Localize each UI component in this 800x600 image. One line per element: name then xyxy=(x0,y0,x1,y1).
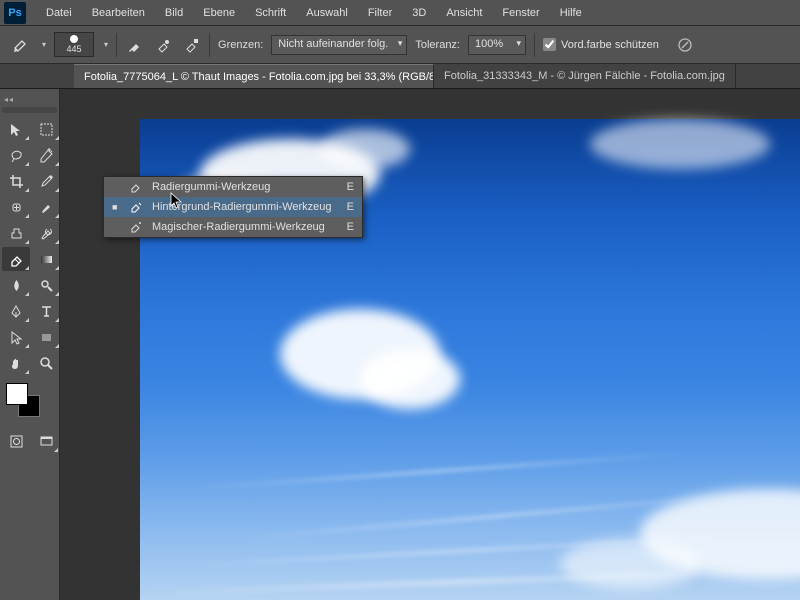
foreground-swatch[interactable] xyxy=(6,383,28,405)
tab-title: Fotolia_7775064_L © Thaut Images - Fotol… xyxy=(84,71,434,83)
menu-type[interactable]: Schrift xyxy=(245,3,296,23)
separator xyxy=(534,33,535,57)
bg-eraser-icon xyxy=(128,200,144,214)
eraser-tool[interactable] xyxy=(2,247,30,271)
menu-file[interactable]: Datei xyxy=(36,3,82,23)
document-tab[interactable]: Fotolia_31333343_M - © Jürgen Fälchle - … xyxy=(434,64,736,88)
lasso-tool[interactable] xyxy=(2,143,30,167)
brush-dropdown-icon[interactable]: ▾ xyxy=(104,40,108,49)
menu-bar: Ps Datei Bearbeiten Bild Ebene Schrift A… xyxy=(0,0,800,26)
flyout-shortcut: E xyxy=(340,181,354,193)
document-tabs: Fotolia_7775064_L © Thaut Images - Fotol… xyxy=(0,64,800,89)
menu-3d[interactable]: 3D xyxy=(402,3,436,23)
eyedropper-tool[interactable] xyxy=(32,169,60,193)
menu-image[interactable]: Bild xyxy=(155,3,193,23)
marquee-tool[interactable] xyxy=(32,117,60,141)
color-swatches[interactable] xyxy=(0,383,59,423)
sampling-once-icon[interactable] xyxy=(153,35,173,55)
path-selection-tool[interactable] xyxy=(2,325,30,349)
pressure-icon[interactable] xyxy=(675,35,695,55)
limits-select[interactable]: Nicht aufeinander folg. xyxy=(271,35,407,55)
magic-wand-tool[interactable] xyxy=(32,143,60,167)
panel-collapse[interactable]: ◂◂ xyxy=(0,95,59,103)
flyout-label: Hintergrund-Radiergummi-Werkzeug xyxy=(152,201,332,213)
tolerance-label: Toleranz: xyxy=(415,39,460,51)
protect-fg-box[interactable] xyxy=(543,38,556,51)
move-tool[interactable] xyxy=(2,117,30,141)
dodge-tool[interactable] xyxy=(32,273,60,297)
protect-fg-label: Vord.farbe schützen xyxy=(561,39,659,51)
crop-tool[interactable] xyxy=(2,169,30,193)
menu-filter[interactable]: Filter xyxy=(358,3,402,23)
menu-layer[interactable]: Ebene xyxy=(193,3,245,23)
protect-foreground-checkbox[interactable]: Vord.farbe schützen xyxy=(543,38,659,51)
brush-preset-picker[interactable]: 445 xyxy=(54,32,94,57)
screen-mode-tool[interactable] xyxy=(34,429,60,453)
canvas-area[interactable]: Radiergummi-Werkzeug E ■ Hintergrund-Rad… xyxy=(60,89,800,600)
tool-preset-dropdown[interactable]: ▾ xyxy=(42,40,46,49)
brush-dot-icon xyxy=(70,35,78,43)
rectangle-tool[interactable] xyxy=(32,325,60,349)
pen-tool[interactable] xyxy=(2,299,30,323)
flyout-item-eraser[interactable]: Radiergummi-Werkzeug E xyxy=(104,177,362,197)
flyout-shortcut: E xyxy=(340,201,354,213)
clone-stamp-tool[interactable] xyxy=(2,221,30,245)
menu-window[interactable]: Fenster xyxy=(492,3,549,23)
type-tool[interactable] xyxy=(32,299,60,323)
sampling-continuous-icon[interactable] xyxy=(125,35,145,55)
menu-edit[interactable]: Bearbeiten xyxy=(82,3,155,23)
flyout-shortcut: E xyxy=(340,221,354,233)
app-logo: Ps xyxy=(4,2,26,24)
tolerance-select[interactable]: 100% xyxy=(468,35,526,55)
quick-mask-tool[interactable] xyxy=(4,429,30,453)
gradient-tool[interactable] xyxy=(32,247,60,271)
limits-label: Grenzen: xyxy=(218,39,263,51)
workspace: ◂◂ xyxy=(0,89,800,600)
current-tool-icon xyxy=(10,34,32,56)
magic-eraser-icon xyxy=(128,220,144,234)
tools-panel: ◂◂ xyxy=(0,89,60,600)
healing-brush-tool[interactable] xyxy=(2,195,30,219)
document-tab-active[interactable]: Fotolia_7775064_L © Thaut Images - Fotol… xyxy=(74,64,434,88)
zoom-tool[interactable] xyxy=(32,351,60,375)
tab-title: Fotolia_31333343_M - © Jürgen Fälchle - … xyxy=(444,70,725,82)
menu-view[interactable]: Ansicht xyxy=(436,3,492,23)
brush-tool[interactable] xyxy=(32,195,60,219)
flyout-label: Magischer-Radiergummi-Werkzeug xyxy=(152,221,332,233)
separator xyxy=(209,33,210,57)
flyout-item-magic-eraser[interactable]: Magischer-Radiergummi-Werkzeug E xyxy=(104,217,362,237)
history-brush-tool[interactable] xyxy=(32,221,60,245)
flyout-item-bg-eraser[interactable]: ■ Hintergrund-Radiergummi-Werkzeug E xyxy=(104,197,362,217)
panel-grip[interactable] xyxy=(2,107,57,113)
separator xyxy=(116,33,117,57)
eraser-tool-flyout: Radiergummi-Werkzeug E ■ Hintergrund-Rad… xyxy=(103,176,363,238)
menu-select[interactable]: Auswahl xyxy=(296,3,358,23)
flyout-marker: ■ xyxy=(112,202,120,212)
eraser-icon xyxy=(128,180,144,194)
sampling-swatch-icon[interactable] xyxy=(181,35,201,55)
options-bar: ▾ 445 ▾ Grenzen: Nicht aufeinander folg.… xyxy=(0,26,800,64)
blur-tool[interactable] xyxy=(2,273,30,297)
hand-tool[interactable] xyxy=(2,351,30,375)
brush-size-value: 445 xyxy=(67,44,82,54)
menu-help[interactable]: Hilfe xyxy=(550,3,592,23)
flyout-label: Radiergummi-Werkzeug xyxy=(152,181,332,193)
